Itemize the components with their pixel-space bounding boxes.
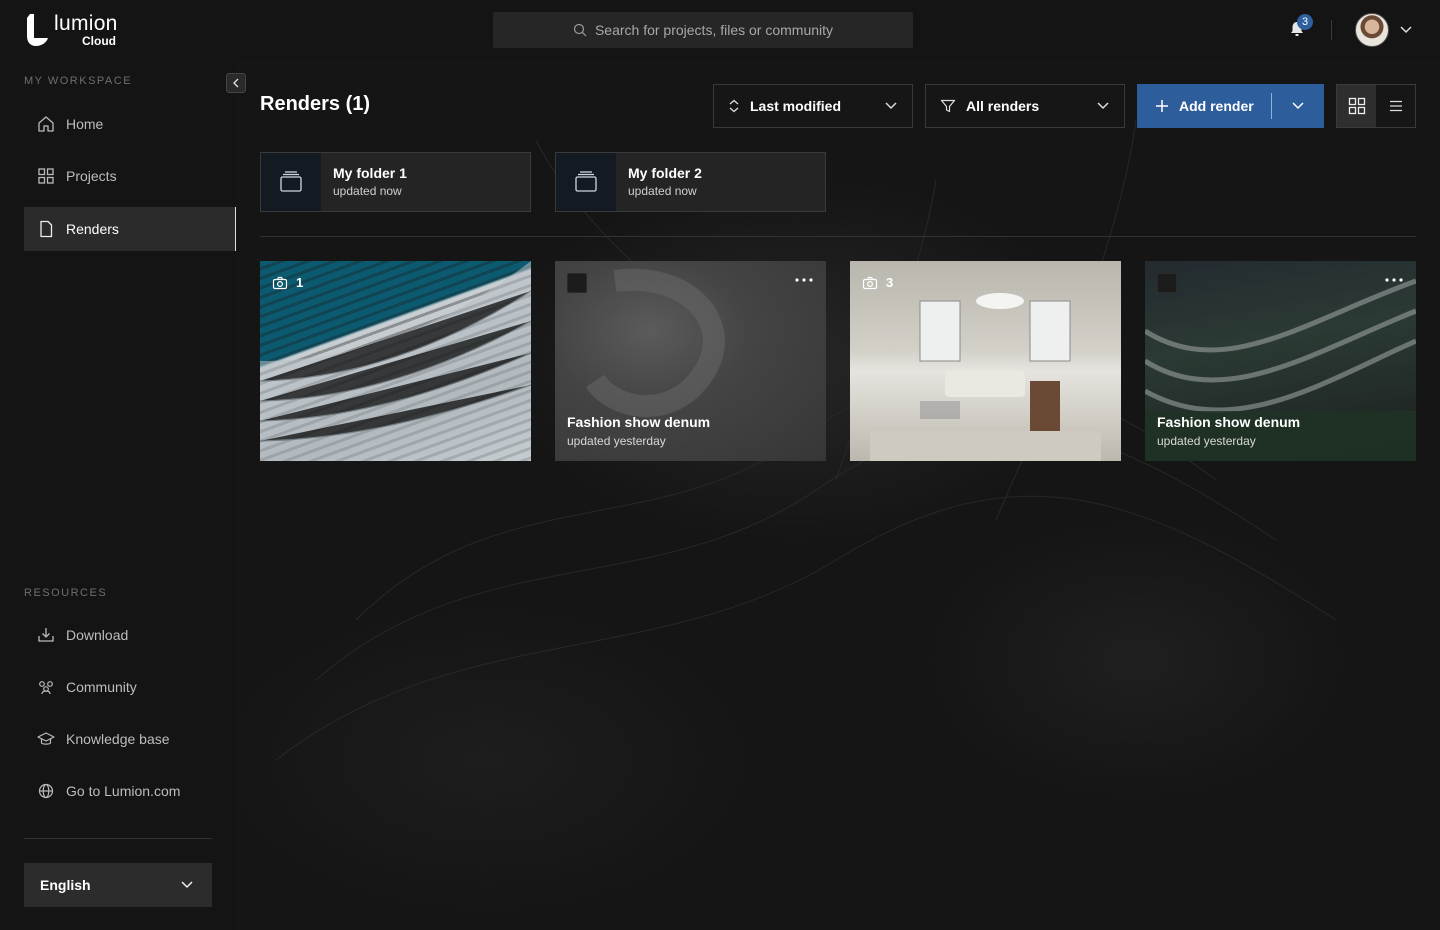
chevron-down-icon bbox=[1097, 102, 1109, 110]
page-title: Renders (1) bbox=[260, 93, 371, 115]
folder-name: My folder 2 bbox=[628, 165, 702, 181]
add-render-main[interactable]: Add render bbox=[1137, 84, 1271, 128]
sidebar-item-label: Community bbox=[66, 679, 137, 695]
sidebar-item-label: Renders bbox=[66, 221, 119, 237]
folder-stack-icon bbox=[280, 171, 302, 192]
filter-dropdown[interactable]: All renders bbox=[925, 84, 1125, 128]
sidebar-item-label: Download bbox=[66, 627, 129, 643]
folder-card[interactable]: My folder 1 updated now bbox=[260, 152, 531, 212]
globe-icon bbox=[38, 783, 54, 799]
home-icon bbox=[38, 116, 54, 132]
render-thumbnail bbox=[585, 268, 725, 417]
divider bbox=[24, 838, 212, 839]
list-icon bbox=[1389, 100, 1402, 112]
add-render-label: Add render bbox=[1179, 98, 1254, 114]
sidebar-item-renders[interactable]: Renders bbox=[24, 207, 236, 251]
plus-icon bbox=[1156, 100, 1168, 112]
render-title: Fashion show denum bbox=[567, 414, 711, 430]
interior-thumbnail bbox=[870, 293, 1101, 461]
graduation-cap-icon bbox=[37, 732, 55, 745]
architecture-thumbnail bbox=[260, 261, 531, 461]
image-count-value: 1 bbox=[296, 275, 304, 290]
camera-icon bbox=[272, 276, 288, 289]
sidebar-item-label: Go to Lumion.com bbox=[66, 783, 181, 799]
chevron-down-icon bbox=[1292, 102, 1304, 110]
sort-dropdown[interactable]: Last modified bbox=[713, 84, 913, 128]
render-card[interactable]: 1 bbox=[260, 261, 531, 461]
add-render-options-button[interactable] bbox=[1272, 84, 1324, 128]
folder-meta: updated now bbox=[628, 184, 697, 198]
sidebar-item-knowledge-base[interactable]: Knowledge base bbox=[24, 717, 236, 761]
render-title: Fashion show denum bbox=[1157, 414, 1301, 430]
search-icon bbox=[573, 23, 587, 37]
chevron-down-icon[interactable] bbox=[1399, 24, 1413, 36]
divider bbox=[260, 236, 1416, 237]
grid-view-button[interactable] bbox=[1337, 85, 1376, 127]
chevron-down-icon bbox=[181, 881, 193, 889]
render-thumbnail bbox=[1145, 278, 1416, 461]
sidebar-item-label: Home bbox=[66, 116, 104, 132]
select-checkbox[interactable] bbox=[1157, 273, 1177, 293]
sidebar-item-home[interactable]: Home bbox=[24, 102, 236, 146]
sidebar-item-download[interactable]: Download bbox=[24, 613, 236, 657]
filter-label: All renders bbox=[966, 98, 1040, 114]
avatar[interactable] bbox=[1355, 13, 1389, 47]
divider bbox=[1331, 20, 1332, 40]
search-input[interactable]: Search for projects, files or community bbox=[595, 22, 833, 38]
list-view-button[interactable] bbox=[1376, 85, 1415, 127]
sidebar-item-lumion-com[interactable]: Go to Lumion.com bbox=[24, 769, 236, 813]
logo-subtitle: Cloud bbox=[82, 34, 116, 48]
sort-label: Last modified bbox=[750, 98, 842, 114]
sidebar-item-projects[interactable]: Projects bbox=[24, 154, 236, 198]
folder-name: My folder 1 bbox=[333, 165, 407, 181]
camera-icon bbox=[862, 276, 878, 289]
chevron-left-icon bbox=[233, 78, 239, 88]
render-card[interactable]: Fashion show denum updated yesterday bbox=[1145, 261, 1416, 461]
folder-meta: updated now bbox=[333, 184, 402, 198]
image-count: 1 bbox=[272, 275, 303, 290]
notification-badge: 3 bbox=[1297, 14, 1313, 30]
logo-wordmark: lumion bbox=[54, 12, 118, 35]
render-meta: updated yesterday bbox=[567, 434, 666, 448]
folder-icon-box bbox=[261, 153, 321, 211]
language-select[interactable]: English bbox=[24, 863, 212, 907]
render-card[interactable]: Fashion show denum updated yesterday bbox=[555, 261, 826, 461]
add-render-button[interactable]: Add render bbox=[1137, 84, 1324, 128]
sort-icon bbox=[729, 99, 739, 113]
image-count: 3 bbox=[862, 275, 893, 290]
grid-icon bbox=[1348, 97, 1365, 115]
render-card[interactable]: 3 bbox=[850, 261, 1121, 461]
filter-icon bbox=[940, 99, 956, 113]
search-bar[interactable]: Search for projects, files or community bbox=[493, 12, 913, 48]
language-value: English bbox=[40, 877, 91, 893]
more-options-icon[interactable] bbox=[1384, 275, 1404, 285]
sidebar: MY WORKSPACE Home Projects Renders RESOU… bbox=[0, 60, 246, 930]
file-icon bbox=[40, 220, 53, 238]
resources-section-label: RESOURCES bbox=[24, 587, 108, 599]
sidebar-item-community[interactable]: Community bbox=[24, 665, 236, 709]
view-toggle bbox=[1336, 84, 1416, 128]
more-options-icon[interactable] bbox=[794, 275, 814, 285]
lumion-logo[interactable]: lumion Cloud bbox=[24, 12, 124, 48]
render-meta: updated yesterday bbox=[1157, 434, 1256, 448]
select-checkbox[interactable] bbox=[567, 273, 587, 293]
folder-stack-icon bbox=[575, 171, 597, 192]
sidebar-item-label: Knowledge base bbox=[66, 731, 170, 747]
collapse-sidebar-button[interactable] bbox=[226, 73, 246, 93]
community-icon bbox=[39, 681, 53, 695]
lumion-logo-icon bbox=[27, 14, 48, 46]
folder-icon-box bbox=[556, 153, 616, 211]
sidebar-item-label: Projects bbox=[66, 168, 117, 184]
download-icon bbox=[38, 628, 54, 642]
folder-card[interactable]: My folder 2 updated now bbox=[555, 152, 826, 212]
top-bar: lumion Cloud Search for projects, files … bbox=[0, 0, 1440, 60]
grid-icon bbox=[38, 168, 54, 184]
image-count-value: 3 bbox=[886, 275, 894, 290]
chevron-down-icon bbox=[885, 102, 897, 110]
workspace-section-label: MY WORKSPACE bbox=[24, 75, 133, 87]
